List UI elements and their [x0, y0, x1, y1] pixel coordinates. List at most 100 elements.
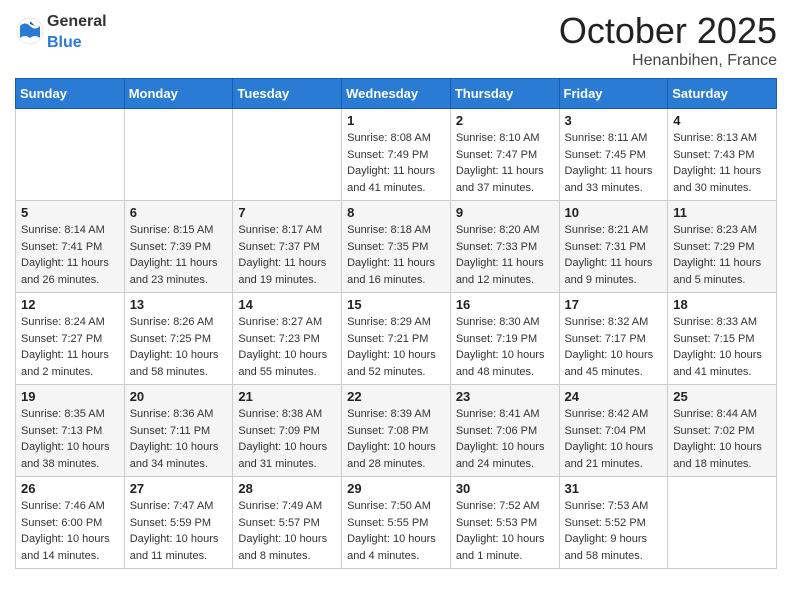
day-number: 15: [347, 297, 445, 312]
calendar-day-cell: 30 Sunrise: 7:52 AM Sunset: 5:53 PM Dayli…: [450, 477, 559, 569]
calendar-week-row: 19 Sunrise: 8:35 AM Sunset: 7:13 PM Dayli…: [16, 385, 777, 477]
calendar-day-cell: 4 Sunrise: 8:13 AM Sunset: 7:43 PM Daylig…: [668, 109, 777, 201]
day-info: Sunrise: 8:42 AM Sunset: 7:04 PM Dayligh…: [565, 406, 663, 472]
calendar-header-row: SundayMondayTuesdayWednesdayThursdayFrid…: [16, 79, 777, 109]
day-number: 30: [456, 481, 554, 496]
day-number: 9: [456, 205, 554, 220]
calendar-week-row: 1 Sunrise: 8:08 AM Sunset: 7:49 PM Daylig…: [16, 109, 777, 201]
day-number: 31: [565, 481, 663, 496]
calendar-day-cell: [233, 109, 342, 201]
day-of-week-header: Tuesday: [233, 79, 342, 109]
day-number: 6: [130, 205, 228, 220]
calendar-week-row: 12 Sunrise: 8:24 AM Sunset: 7:27 PM Dayli…: [16, 293, 777, 385]
calendar-day-cell: 27Sunrise: 7:47 AM Sunset: 5:59 PM Dayli…: [124, 477, 233, 569]
calendar-day-cell: 25 Sunrise: 8:44 AM Sunset: 7:02 PM Dayli…: [668, 385, 777, 477]
day-number: 17: [565, 297, 663, 312]
day-number: 20: [130, 389, 228, 404]
day-number: 26: [21, 481, 119, 496]
day-number: 8: [347, 205, 445, 220]
day-info: Sunrise: 7:46 AM Sunset: 6:00 PM Dayligh…: [21, 498, 119, 564]
location: Henanbihen, France: [559, 52, 777, 70]
day-number: 16: [456, 297, 554, 312]
day-number: 21: [238, 389, 336, 404]
day-info: Sunrise: 7:53 AM Sunset: 5:52 PM Dayligh…: [565, 498, 663, 564]
day-info: Sunrise: 8:39 AM Sunset: 7:08 PM Dayligh…: [347, 406, 445, 472]
day-info: Sunrise: 8:08 AM Sunset: 7:49 PM Dayligh…: [347, 130, 445, 196]
day-info: Sunrise: 8:15 AM Sunset: 7:39 PM Dayligh…: [130, 222, 228, 288]
calendar-day-cell: 31 Sunrise: 7:53 AM Sunset: 5:52 PM Dayli…: [559, 477, 668, 569]
day-info: Sunrise: 7:50 AM Sunset: 5:55 PM Dayligh…: [347, 498, 445, 564]
day-of-week-header: Sunday: [16, 79, 125, 109]
day-number: 5: [21, 205, 119, 220]
calendar-day-cell: 24 Sunrise: 8:42 AM Sunset: 7:04 PM Dayli…: [559, 385, 668, 477]
calendar-day-cell: 18 Sunrise: 8:33 AM Sunset: 7:15 PM Dayli…: [668, 293, 777, 385]
calendar-day-cell: 11 Sunrise: 8:23 AM Sunset: 7:29 PM Dayli…: [668, 201, 777, 293]
day-info: Sunrise: 8:36 AM Sunset: 7:11 PM Dayligh…: [130, 406, 228, 472]
calendar-day-cell: [668, 477, 777, 569]
calendar-day-cell: 12 Sunrise: 8:24 AM Sunset: 7:27 PM Dayli…: [16, 293, 125, 385]
logo-general-text: General: [47, 13, 107, 30]
logo-icon: [15, 16, 45, 46]
day-info: Sunrise: 8:41 AM Sunset: 7:06 PM Dayligh…: [456, 406, 554, 472]
day-number: 12: [21, 297, 119, 312]
page-header: General Blue October 2025 Henanbihen, Fr…: [15, 10, 777, 70]
calendar-day-cell: 6 Sunrise: 8:15 AM Sunset: 7:39 PM Daylig…: [124, 201, 233, 293]
calendar-day-cell: 29 Sunrise: 7:50 AM Sunset: 5:55 PM Dayli…: [342, 477, 451, 569]
day-info: Sunrise: 8:23 AM Sunset: 7:29 PM Dayligh…: [673, 222, 771, 288]
calendar-day-cell: 26 Sunrise: 7:46 AM Sunset: 6:00 PM Dayli…: [16, 477, 125, 569]
day-info: Sunrise: 8:44 AM Sunset: 7:02 PM Dayligh…: [673, 406, 771, 472]
calendar-day-cell: 17 Sunrise: 8:32 AM Sunset: 7:17 PM Dayli…: [559, 293, 668, 385]
day-info: Sunrise: 8:30 AM Sunset: 7:19 PM Dayligh…: [456, 314, 554, 380]
calendar-day-cell: 22 Sunrise: 8:39 AM Sunset: 7:08 PM Dayli…: [342, 385, 451, 477]
calendar-week-row: 5Sunrise: 8:14 AM Sunset: 7:41 PM Daylig…: [16, 201, 777, 293]
calendar-day-cell: 16 Sunrise: 8:30 AM Sunset: 7:19 PM Dayli…: [450, 293, 559, 385]
day-of-week-header: Thursday: [450, 79, 559, 109]
day-number: 25: [673, 389, 771, 404]
day-info: Sunrise: 7:49 AM Sunset: 5:57 PM Dayligh…: [238, 498, 336, 564]
day-of-week-header: Friday: [559, 79, 668, 109]
calendar-day-cell: 23Sunrise: 8:41 AM Sunset: 7:06 PM Dayli…: [450, 385, 559, 477]
day-info: Sunrise: 8:18 AM Sunset: 7:35 PM Dayligh…: [347, 222, 445, 288]
day-info: Sunrise: 8:35 AM Sunset: 7:13 PM Dayligh…: [21, 406, 119, 472]
day-number: 19: [21, 389, 119, 404]
month-title: October 2025: [559, 10, 777, 52]
day-number: 11: [673, 205, 771, 220]
logo: General Blue: [15, 10, 107, 52]
day-number: 2: [456, 113, 554, 128]
day-info: Sunrise: 8:21 AM Sunset: 7:31 PM Dayligh…: [565, 222, 663, 288]
day-info: Sunrise: 8:11 AM Sunset: 7:45 PM Dayligh…: [565, 130, 663, 196]
calendar-day-cell: 14Sunrise: 8:27 AM Sunset: 7:23 PM Dayli…: [233, 293, 342, 385]
calendar-day-cell: 10 Sunrise: 8:21 AM Sunset: 7:31 PM Dayli…: [559, 201, 668, 293]
calendar-day-cell: 21 Sunrise: 8:38 AM Sunset: 7:09 PM Dayli…: [233, 385, 342, 477]
calendar-table: SundayMondayTuesdayWednesdayThursdayFrid…: [15, 78, 777, 569]
day-number: 18: [673, 297, 771, 312]
day-number: 22: [347, 389, 445, 404]
title-block: October 2025 Henanbihen, France: [559, 10, 777, 70]
calendar-week-row: 26 Sunrise: 7:46 AM Sunset: 6:00 PM Dayli…: [16, 477, 777, 569]
day-number: 4: [673, 113, 771, 128]
day-info: Sunrise: 8:27 AM Sunset: 7:23 PM Dayligh…: [238, 314, 336, 380]
day-info: Sunrise: 7:52 AM Sunset: 5:53 PM Dayligh…: [456, 498, 554, 564]
day-number: 29: [347, 481, 445, 496]
day-info: Sunrise: 8:38 AM Sunset: 7:09 PM Dayligh…: [238, 406, 336, 472]
day-info: Sunrise: 8:33 AM Sunset: 7:15 PM Dayligh…: [673, 314, 771, 380]
calendar-day-cell: 5Sunrise: 8:14 AM Sunset: 7:41 PM Daylig…: [16, 201, 125, 293]
calendar-day-cell: 15 Sunrise: 8:29 AM Sunset: 7:21 PM Dayli…: [342, 293, 451, 385]
day-info: Sunrise: 8:10 AM Sunset: 7:47 PM Dayligh…: [456, 130, 554, 196]
day-number: 10: [565, 205, 663, 220]
day-info: Sunrise: 8:24 AM Sunset: 7:27 PM Dayligh…: [21, 314, 119, 380]
calendar-day-cell: 3Sunrise: 8:11 AM Sunset: 7:45 PM Daylig…: [559, 109, 668, 201]
day-number: 7: [238, 205, 336, 220]
calendar-day-cell: 2 Sunrise: 8:10 AM Sunset: 7:47 PM Daylig…: [450, 109, 559, 201]
day-info: Sunrise: 8:13 AM Sunset: 7:43 PM Dayligh…: [673, 130, 771, 196]
day-info: Sunrise: 8:32 AM Sunset: 7:17 PM Dayligh…: [565, 314, 663, 380]
day-of-week-header: Monday: [124, 79, 233, 109]
day-info: Sunrise: 8:29 AM Sunset: 7:21 PM Dayligh…: [347, 314, 445, 380]
day-of-week-header: Saturday: [668, 79, 777, 109]
day-number: 27: [130, 481, 228, 496]
day-number: 24: [565, 389, 663, 404]
logo-blue-text: Blue: [47, 34, 82, 51]
calendar-day-cell: 1 Sunrise: 8:08 AM Sunset: 7:49 PM Daylig…: [342, 109, 451, 201]
day-of-week-header: Wednesday: [342, 79, 451, 109]
day-number: 1: [347, 113, 445, 128]
